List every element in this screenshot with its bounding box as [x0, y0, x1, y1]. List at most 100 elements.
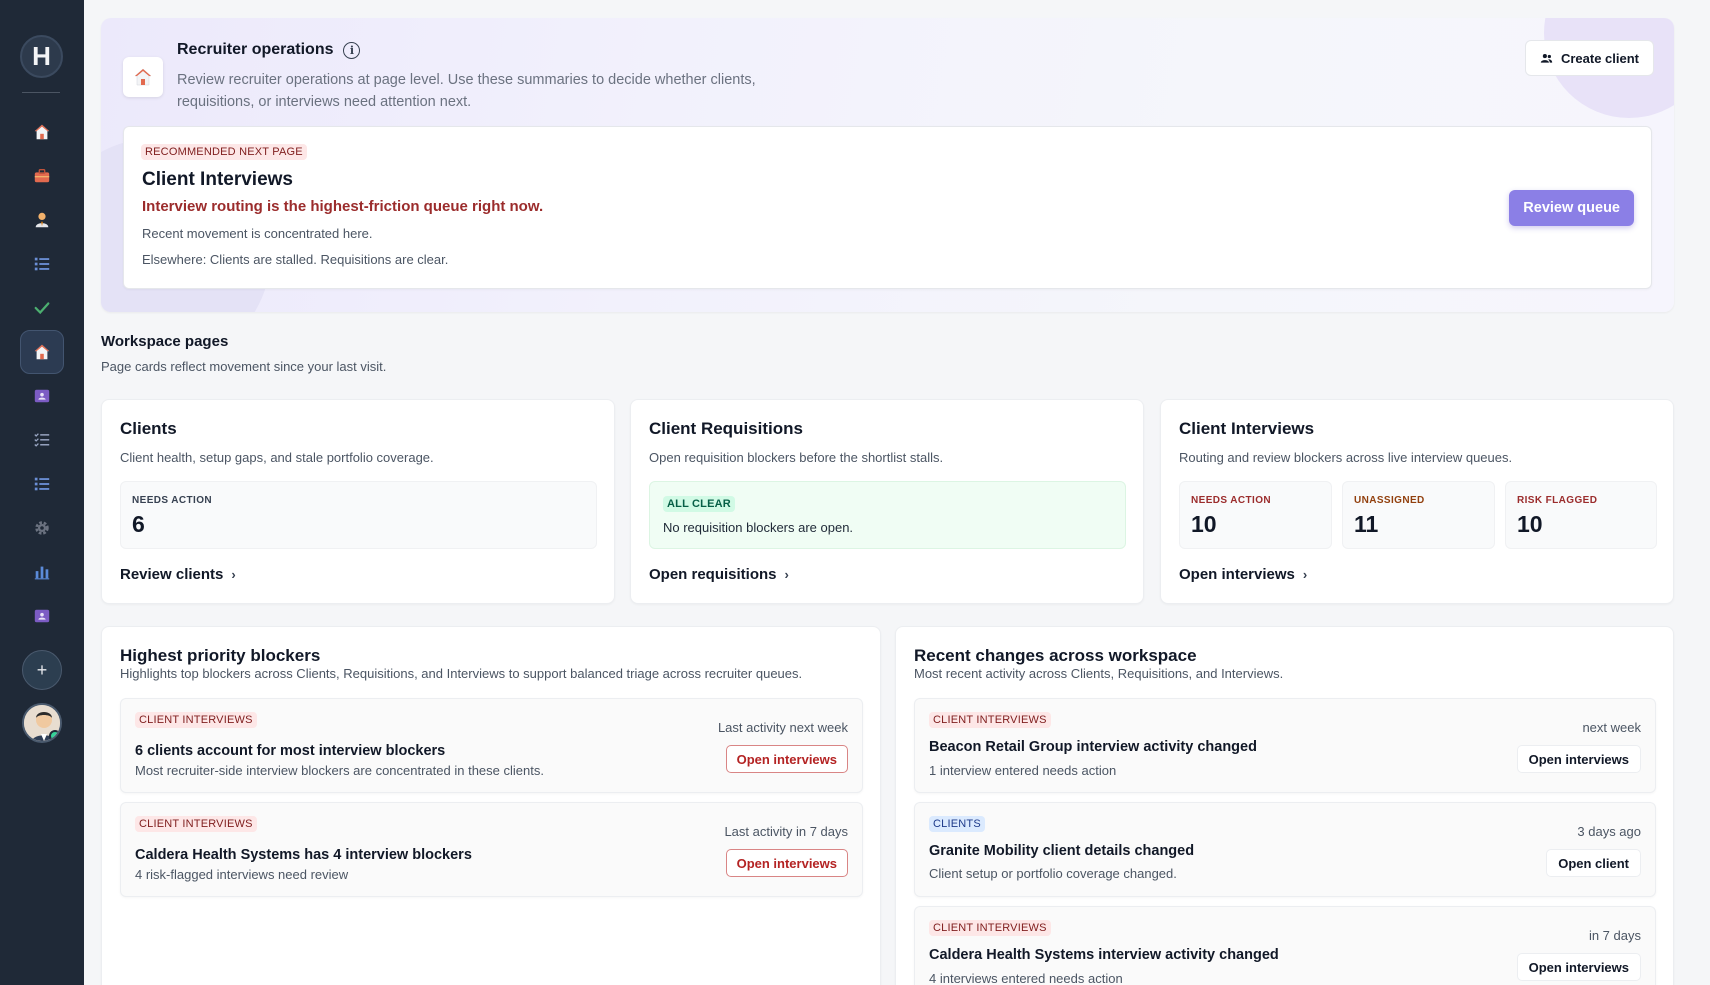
checklist-icon [34, 433, 50, 447]
last-activity: Last activity next week [717, 720, 848, 735]
card-description: Routing and review blockers across live … [1179, 450, 1513, 465]
sidebar: H + [0, 0, 84, 985]
list-icon [34, 257, 50, 271]
open-interviews-button[interactable]: Open interviews [725, 745, 848, 773]
item-description: Client setup or portfolio coverage chang… [929, 866, 1177, 881]
sidebar-item-contacts[interactable] [20, 374, 64, 418]
add-button[interactable]: + [22, 650, 62, 690]
sidebar-divider [22, 92, 60, 93]
item-title: Beacon Retail Group interview activity c… [929, 739, 1257, 755]
list-icon [34, 477, 50, 491]
workspace-pages-subtitle: Page cards reflect movement since your l… [101, 359, 387, 374]
item-description: 4 interviews entered needs action [929, 971, 1123, 985]
sidebar-item-list[interactable] [20, 242, 64, 286]
metric-value: 11 [1354, 511, 1379, 537]
category-badge: CLIENT INTERVIEWS [135, 712, 257, 728]
plus-icon: + [36, 659, 48, 680]
change-item: CLIENTS Granite Mobility client details … [914, 802, 1656, 897]
create-client-label: Create client [1560, 50, 1639, 66]
create-client-button[interactable]: Create client [1524, 40, 1654, 76]
id-card-icon [34, 609, 50, 623]
link-label: Review clients [120, 566, 224, 583]
item-description: Most recruiter-side interview blockers a… [135, 763, 544, 778]
link-label: Open requisitions [649, 566, 777, 583]
metric-risk-flagged: RISK FLAGGED 10 [1505, 481, 1657, 549]
item-title: Caldera Health Systems has 4 interview b… [135, 847, 472, 863]
online-status-dot [49, 730, 60, 741]
user-avatar[interactable] [22, 703, 62, 743]
last-activity: Last activity in 7 days [724, 824, 848, 839]
recommended-page-title: Client Interviews [142, 169, 293, 190]
sidebar-item-jobs[interactable] [20, 154, 64, 198]
highest-priority-blockers-panel: Highest priority blockers Highlights top… [101, 626, 881, 985]
metric-value: 6 [132, 511, 145, 537]
panel-subtitle: Highlights top blockers across Clients, … [120, 666, 803, 681]
home-icon [34, 344, 50, 360]
chevron-right-icon: › [784, 567, 789, 582]
category-badge: CLIENT INTERVIEWS [929, 920, 1051, 936]
open-interviews-button[interactable]: Open interviews [725, 849, 848, 877]
sidebar-item-recruiter-operations[interactable] [20, 330, 64, 374]
page-icon [123, 57, 163, 97]
metric-needs-action: NEEDS ACTION 10 [1179, 481, 1332, 549]
recommended-alert: Interview routing is the highest-frictio… [142, 198, 544, 215]
recommended-elsewhere: Elsewhere: Clients are stalled. Requisit… [142, 252, 449, 267]
metric-value: 10 [1517, 511, 1543, 537]
sidebar-item-list-2[interactable] [20, 462, 64, 506]
sidebar-item-settings[interactable] [20, 506, 64, 550]
open-interviews-link[interactable]: Open interviews › [1179, 566, 1307, 583]
sidebar-item-tasks[interactable] [20, 286, 64, 330]
bar-chart-icon [34, 566, 50, 580]
category-badge: CLIENTS [929, 816, 985, 832]
sidebar-item-home[interactable] [20, 110, 64, 154]
metric-label: UNASSIGNED [1354, 495, 1425, 506]
review-clients-link[interactable]: Review clients › [120, 566, 236, 583]
metric-label: NEEDS ACTION [132, 495, 212, 506]
page-title: Recruiter operations i [177, 41, 361, 59]
clients-page-card: Clients Client health, setup gaps, and s… [101, 399, 615, 604]
panel-title: Recent changes across workspace [914, 646, 1197, 665]
blocker-item: CLIENT INTERVIEWS 6 clients account for … [120, 698, 863, 793]
workspace-pages-title: Workspace pages [101, 333, 229, 350]
sidebar-item-reports[interactable] [20, 550, 64, 594]
open-client-button[interactable]: Open client [1546, 849, 1641, 877]
item-title: Granite Mobility client details changed [929, 843, 1195, 859]
chevron-right-icon: › [1302, 567, 1308, 582]
gear-icon [35, 521, 49, 535]
info-icon[interactable]: i [343, 41, 361, 59]
metric-needs-action: NEEDS ACTION 6 [120, 481, 597, 549]
recommended-badge: RECOMMENDED NEXT PAGE [141, 144, 307, 160]
open-interviews-button[interactable]: Open interviews [1516, 745, 1641, 773]
sidebar-item-contacts-2[interactable] [20, 594, 64, 638]
panel-subtitle: Most recent activity across Clients, Req… [914, 666, 1284, 681]
open-requisitions-link[interactable]: Open requisitions › [649, 566, 789, 583]
card-title: Client Interviews [1179, 419, 1315, 438]
all-clear-box: ALL CLEAR No requisition blockers are op… [649, 481, 1126, 549]
change-time: in 7 days [1588, 928, 1641, 943]
category-badge: CLIENT INTERVIEWS [929, 712, 1051, 728]
all-clear-text: No requisition blockers are open. [663, 520, 854, 535]
card-description: Open requisition blockers before the sho… [649, 450, 944, 465]
item-description: 1 interview entered needs action [929, 763, 1117, 778]
change-time: next week [1582, 720, 1641, 735]
all-clear-badge: ALL CLEAR [663, 496, 735, 512]
panel-title: Highest priority blockers [120, 646, 321, 665]
change-item: CLIENT INTERVIEWS Caldera Health Systems… [914, 906, 1656, 985]
sidebar-item-checklists[interactable] [20, 418, 64, 462]
sidebar-item-candidates[interactable] [20, 198, 64, 242]
change-time: 3 days ago [1577, 824, 1641, 839]
app-logo[interactable]: H [20, 35, 63, 78]
open-interviews-button[interactable]: Open interviews [1516, 953, 1641, 981]
metric-label: NEEDS ACTION [1191, 495, 1271, 506]
id-card-icon [34, 389, 50, 403]
item-description: 4 risk-flagged interviews need review [135, 867, 349, 882]
metric-label: RISK FLAGGED [1517, 495, 1598, 506]
metric-unassigned: UNASSIGNED 11 [1342, 481, 1495, 549]
card-title: Clients [120, 419, 177, 438]
page-description: Review recruiter operations at page leve… [177, 72, 756, 110]
card-title: Client Requisitions [649, 419, 803, 438]
chevron-right-icon: › [231, 567, 236, 582]
recommended-detail: Recent movement is concentrated here. [142, 226, 373, 241]
review-queue-button[interactable]: Review queue [1509, 190, 1634, 226]
users-icon [1540, 53, 1553, 63]
